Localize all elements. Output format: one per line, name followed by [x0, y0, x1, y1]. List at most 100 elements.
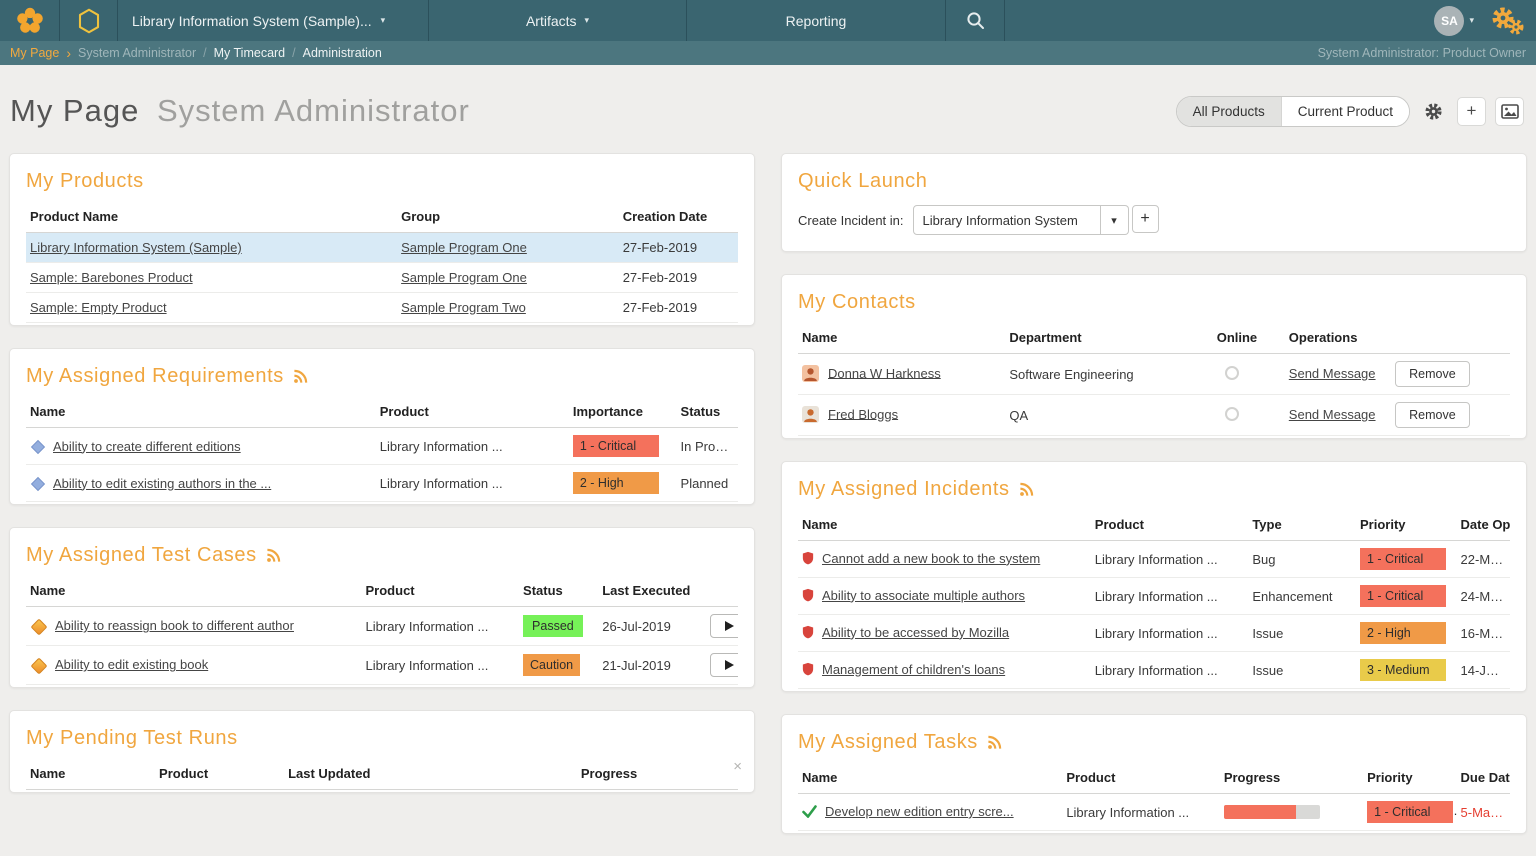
type-cell: Issue: [1248, 652, 1356, 689]
contact-link[interactable]: Donna W Harkness: [828, 365, 941, 380]
artifacts-menu[interactable]: Artifacts ▾: [429, 0, 687, 41]
send-message-link[interactable]: Send Message: [1289, 407, 1376, 422]
my-products-widget: My Products Product Name Group Creation …: [9, 153, 755, 326]
incident-link[interactable]: Cannot add a new book to the system: [822, 551, 1040, 566]
product-cell: Library Information ...: [376, 428, 569, 465]
column-header: Last Executed: [598, 575, 706, 607]
execute-test-button[interactable]: [710, 614, 738, 638]
column-header: Name: [26, 396, 376, 428]
priority-badge: 3 - Medium: [1360, 659, 1446, 681]
product-link[interactable]: Sample: Barebones Product: [30, 270, 193, 285]
page-settings-button[interactable]: [1419, 97, 1448, 126]
column-header: Name: [798, 322, 1005, 354]
table-row: Ability to reassign book to different au…: [26, 607, 738, 646]
test-case-link[interactable]: Ability to reassign book to different au…: [55, 618, 294, 633]
breadcrumb-my-timecard[interactable]: My Timecard: [214, 46, 286, 60]
task-link[interactable]: Develop new edition entry scre...: [825, 804, 1014, 819]
product-cell: Library Information ...: [1091, 615, 1249, 652]
incident-link[interactable]: Management of children's loans: [822, 662, 1005, 677]
remove-contact-button[interactable]: Remove: [1395, 402, 1470, 428]
rss-icon[interactable]: [987, 735, 1002, 750]
widget-title: My Pending Test Runs: [26, 727, 238, 750]
requirement-icon: [31, 476, 45, 490]
system-administration-button[interactable]: [1484, 0, 1536, 41]
app-logo-button[interactable]: [0, 0, 60, 41]
my-test-cases-table: Name Product Status Last Executed Abilit…: [26, 575, 738, 685]
create-incident-button[interactable]: +: [1132, 205, 1159, 233]
product-link[interactable]: Sample: Empty Product: [30, 300, 167, 315]
rss-icon[interactable]: [1019, 482, 1034, 497]
contact-link[interactable]: Fred Bloggs: [828, 406, 898, 421]
incident-shield-icon: [802, 625, 814, 639]
product-selector-menu[interactable]: Library Information System (Sample)... ▾: [118, 0, 429, 41]
reporting-menu[interactable]: Reporting: [687, 0, 946, 41]
importance-badge: 2 - High: [573, 472, 659, 494]
workspace-hexagon-button[interactable]: [60, 0, 118, 41]
table-row[interactable]: Library Information System (Sample) Samp…: [26, 233, 738, 263]
table-row: Ability to associate multiple authors Li…: [798, 578, 1510, 615]
breadcrumb-system-administrator[interactable]: System Administrator: [78, 46, 196, 60]
widget-title: My Products: [26, 170, 144, 193]
test-case-icon: [31, 618, 48, 635]
my-incidents-table: Name Product Type Priority Date Opened C…: [798, 509, 1510, 689]
table-row: Ability to be accessed by Mozilla Librar…: [798, 615, 1510, 652]
my-tasks-table: Name Product Progress Priority Due Date …: [798, 762, 1510, 831]
table-row[interactable]: Sample: Barebones Product Sample Program…: [26, 263, 738, 293]
rss-icon[interactable]: [266, 548, 281, 563]
page-title-primary: My Page: [10, 93, 139, 128]
product-cell: Library Information ...: [362, 646, 520, 685]
table-row: Management of children's loans Library I…: [798, 652, 1510, 689]
creation-date-cell: 27-Feb-2019: [619, 263, 738, 293]
status-cell: Planned: [677, 465, 738, 502]
current-product-toggle[interactable]: Current Product: [1281, 97, 1409, 126]
requirement-link[interactable]: Ability to create different editions: [53, 439, 241, 454]
breadcrumb: My Page › System Administrator / My Time…: [0, 41, 1536, 65]
due-date-cell: 5-May-2019: [1457, 794, 1510, 831]
rss-icon[interactable]: [293, 369, 308, 384]
my-assigned-tasks-widget: My Assigned Tasks Name Product Progress …: [781, 714, 1527, 834]
user-profile-menu[interactable]: SA ▾: [1424, 0, 1484, 41]
column-header: Progress: [577, 758, 738, 790]
breadcrumb-my-page[interactable]: My Page: [10, 46, 59, 60]
incident-shield-icon: [802, 588, 814, 602]
test-case-link[interactable]: Ability to edit existing book: [55, 657, 208, 672]
close-widget-icon[interactable]: ×: [733, 759, 742, 774]
execute-test-button[interactable]: [710, 653, 738, 677]
priority-badge: 2 - High: [1360, 622, 1446, 644]
my-assigned-requirements-widget: My Assigned Requirements Name Product Im…: [9, 348, 755, 505]
incident-link[interactable]: Ability to be accessed by Mozilla: [822, 625, 1009, 640]
table-row: Donna W Harkness Software Engineering Se…: [798, 354, 1510, 395]
column-header: Creation Date: [619, 201, 738, 233]
product-link[interactable]: Library Information System (Sample): [30, 240, 242, 255]
column-header: Department: [1005, 322, 1212, 354]
group-link[interactable]: Sample Program Two: [401, 300, 526, 315]
column-header: Product: [1062, 762, 1220, 794]
test-case-icon: [31, 657, 48, 674]
all-products-toggle[interactable]: All Products: [1177, 97, 1281, 126]
online-status-icon: [1225, 366, 1239, 380]
incident-product-select-group: Library Information System ▾ +: [913, 205, 1159, 235]
my-requirements-table: Name Product Importance Status Ability t…: [26, 396, 738, 502]
requirement-link[interactable]: Ability to edit existing authors in the …: [53, 476, 271, 491]
date-opened-cell: 16-May-2019: [1457, 615, 1510, 652]
date-opened-cell: 24-May-2019: [1457, 578, 1510, 615]
remove-contact-button[interactable]: Remove: [1395, 361, 1470, 387]
select-caret-icon[interactable]: ▾: [1101, 205, 1129, 235]
user-avatar: SA: [1434, 6, 1464, 36]
type-cell: Enhancement: [1248, 578, 1356, 615]
breadcrumb-administration[interactable]: Administration: [303, 46, 382, 60]
send-message-link[interactable]: Send Message: [1289, 366, 1376, 381]
column-header: Name: [26, 758, 155, 790]
table-row[interactable]: Sample: Empty Product Sample Program Two…: [26, 293, 738, 323]
search-button[interactable]: [946, 0, 1005, 41]
incident-product-select[interactable]: Library Information System: [913, 205, 1101, 235]
group-link[interactable]: Sample Program One: [401, 240, 527, 255]
incident-link[interactable]: Ability to associate multiple authors: [822, 588, 1025, 603]
column-header: Product: [376, 396, 569, 428]
add-widget-button[interactable]: +: [1457, 97, 1486, 126]
group-link[interactable]: Sample Program One: [401, 270, 527, 285]
layout-button[interactable]: [1495, 97, 1524, 126]
date-opened-cell: 22-Mar-2019: [1457, 541, 1510, 578]
my-contacts-widget: My Contacts Name Department Online Opera…: [781, 274, 1527, 439]
column-header: Product: [1091, 509, 1249, 541]
